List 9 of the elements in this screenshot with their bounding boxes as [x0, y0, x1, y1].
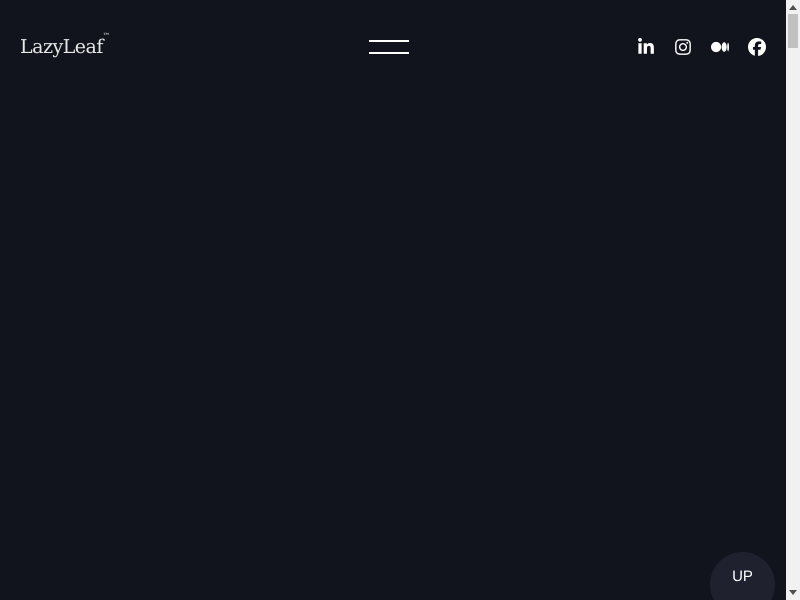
scrollbar[interactable] — [786, 0, 800, 600]
linkedin-icon[interactable] — [637, 38, 655, 56]
scrollbar-thumb[interactable] — [788, 14, 798, 48]
scroll-down-arrow-icon[interactable] — [789, 590, 797, 595]
scroll-up-arrow-icon[interactable] — [789, 5, 797, 10]
menu-icon[interactable] — [369, 40, 409, 54]
scroll-up-button[interactable]: UP — [710, 552, 775, 600]
instagram-icon[interactable] — [674, 38, 692, 56]
facebook-icon[interactable] — [748, 38, 766, 56]
